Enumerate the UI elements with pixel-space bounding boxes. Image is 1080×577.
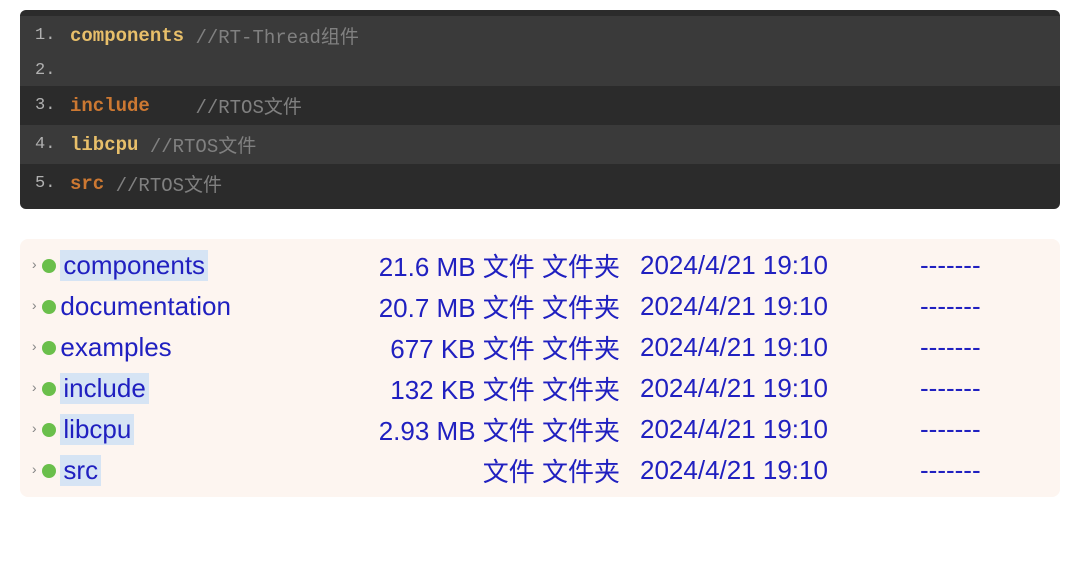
file-list: ›components21.6 MB 文件 文件夹2024/4/21 19:10… [20,239,1060,497]
file-date: 2024/4/21 19:10 [630,414,920,445]
code-line: 3.include //RTOS文件 [20,86,1060,125]
folder-icon [42,382,56,396]
file-name[interactable]: libcpu [60,414,134,445]
expand-icon[interactable]: › [30,340,38,356]
file-row[interactable]: ›examples677 KB 文件 文件夹2024/4/21 19:10---… [30,327,1050,368]
file-size-type: 21.6 MB 文件 文件夹 [320,247,630,284]
code-keyword: libcpu [70,134,138,156]
code-line: 4.libcpu //RTOS文件 [20,125,1060,164]
file-type-label: 文件 文件夹 [483,416,620,446]
code-spacing [104,173,115,195]
code-comment: //RTOS文件 [116,170,222,197]
file-row[interactable]: ›components21.6 MB 文件 文件夹2024/4/21 19:10… [30,245,1050,286]
line-number: 1. [35,26,70,45]
file-row[interactable]: ›documentation20.7 MB 文件 文件夹2024/4/21 19… [30,286,1050,327]
file-name-cell[interactable]: › include [30,373,320,404]
folder-icon [42,259,56,273]
code-spacing [150,95,196,117]
code-line: 1.components //RT-Thread组件 [20,16,1060,55]
code-spacing [138,134,149,156]
code-comment: //RTOS文件 [195,92,301,119]
file-name[interactable]: components [60,250,208,281]
file-name-cell[interactable]: › components [30,250,320,281]
file-date: 2024/4/21 19:10 [630,250,920,281]
folder-icon [42,423,56,437]
file-type-label: 文件 文件夹 [483,293,620,323]
file-size-value: 677 KB [390,334,475,364]
file-date: 2024/4/21 19:10 [630,373,920,404]
code-line: 2. [20,55,1060,86]
code-keyword: include [70,95,150,117]
line-number: 4. [35,135,70,154]
file-name-cell[interactable]: › documentation [30,291,320,322]
file-attr: ------- [920,250,1020,281]
expand-icon[interactable]: › [30,422,38,438]
expand-icon[interactable]: › [30,463,38,479]
line-number: 2. [35,61,70,80]
code-block: 1.components //RT-Thread组件 2. 3.include //… [20,10,1060,209]
file-type-label: 文件 文件夹 [483,375,620,405]
file-date: 2024/4/21 19:10 [630,332,920,363]
file-row[interactable]: › src 文件 文件夹 2024/4/21 19:10------- [30,450,1050,491]
file-size-type: 132 KB 文件 文件夹 [320,370,630,407]
file-name[interactable]: documentation [60,291,231,322]
file-name[interactable]: examples [60,332,171,363]
file-row[interactable]: ›libcpu2.93 MB 文件 文件夹2024/4/21 19:10----… [30,409,1050,450]
file-name-cell[interactable]: › libcpu [30,414,320,445]
folder-icon [42,464,56,478]
file-date: 2024/4/21 19:10 [630,455,920,486]
file-size-value: 20.7 MB [379,293,476,323]
code-spacing [184,25,195,47]
line-number: 5. [35,174,70,193]
file-attr: ------- [920,373,1020,404]
file-name[interactable]: src [60,455,101,486]
file-size-type: 文件 文件夹 [320,452,630,489]
folder-icon [42,300,56,314]
code-line: 5.src //RTOS文件 [20,164,1060,203]
file-row[interactable]: ›include132 KB 文件 文件夹2024/4/21 19:10----… [30,368,1050,409]
file-name-cell[interactable]: › src [30,455,320,486]
file-size-type: 20.7 MB 文件 文件夹 [320,288,630,325]
file-type-label: 文件 文件夹 [483,334,620,364]
file-type-label: 文件 文件夹 [483,252,620,282]
code-keyword: src [70,173,104,195]
file-size-value: 2.93 MB [379,416,476,446]
expand-icon[interactable]: › [30,299,38,315]
file-name[interactable]: include [60,373,148,404]
file-attr: ------- [920,332,1020,363]
file-type-label: 文件 文件夹 [483,457,620,487]
file-size-value: 132 KB [390,375,475,405]
folder-icon [42,341,56,355]
expand-icon[interactable]: › [30,258,38,274]
line-number: 3. [35,96,70,115]
code-comment: //RTOS文件 [150,131,256,158]
file-size-type: 677 KB 文件 文件夹 [320,329,630,366]
file-name-cell[interactable]: › examples [30,332,320,363]
file-size-value: 21.6 MB [379,252,476,282]
expand-icon[interactable]: › [30,381,38,397]
file-size-type: 2.93 MB 文件 文件夹 [320,411,630,448]
code-keyword: components [70,25,184,47]
file-attr: ------- [920,414,1020,445]
file-attr: ------- [920,291,1020,322]
file-date: 2024/4/21 19:10 [630,291,920,322]
code-comment: //RT-Thread组件 [195,22,358,49]
file-attr: ------- [920,455,1020,486]
